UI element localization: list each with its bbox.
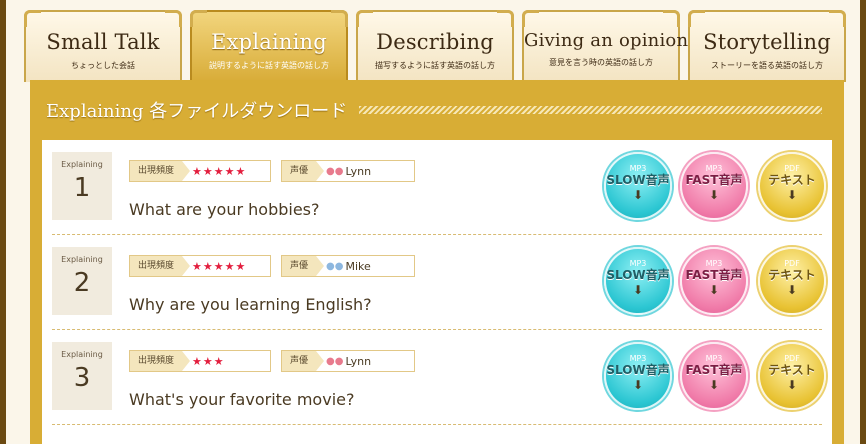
pdf-text-download-button[interactable]: PDF テキスト ⬇ (758, 247, 826, 315)
voice-tag: 声優 ●● Lynn (281, 160, 415, 182)
frequency-label: 出現頻度 (130, 161, 191, 181)
button-format: MP3 (705, 164, 723, 173)
item-number-box: Explaining 2 (52, 247, 112, 315)
item-number: 3 (73, 363, 91, 393)
button-label: テキスト (768, 363, 816, 377)
frequency-tag: 出現頻度 ★★★ (129, 350, 271, 372)
pdf-text-download-button[interactable]: PDF テキスト ⬇ (758, 342, 826, 410)
voice-actor-name: Mike (345, 259, 371, 273)
person-icon: ●● (326, 355, 344, 367)
download-section: Explaining 各ファイルダウンロード Explaining 1 出現頻度… (30, 80, 844, 444)
button-label: SLOW音声 (606, 363, 670, 377)
item-number-box: Explaining 3 (52, 342, 112, 410)
download-icon: ⬇ (786, 378, 798, 392)
list-item: Explaining 1 出現頻度 ★★★★★ 声優 ●● Lynn What … (52, 140, 826, 235)
button-format: PDF (784, 354, 800, 363)
download-icon: ⬇ (632, 283, 644, 297)
button-label: FAST音声 (685, 268, 743, 282)
button-label: テキスト (768, 268, 816, 282)
download-list: Explaining 1 出現頻度 ★★★★★ 声優 ●● Lynn What … (42, 140, 832, 444)
tab-subtitle: 意見を言う時の英語の話し方 (549, 58, 653, 67)
pdf-text-download-button[interactable]: PDF テキスト ⬇ (758, 152, 826, 220)
voice-label: 声優 (282, 351, 325, 371)
frequency-stars: ★★★ (192, 354, 225, 368)
frequency-tag: 出現頻度 ★★★★★ (129, 255, 271, 277)
download-icon: ⬇ (786, 188, 798, 202)
frequency-stars: ★★★★★ (192, 164, 247, 178)
voice-actor-name: Lynn (345, 354, 372, 368)
download-icon: ⬇ (708, 378, 720, 392)
item-category-label: Explaining (61, 350, 103, 359)
voice-actor-name: Lynn (345, 164, 372, 178)
button-format: PDF (784, 164, 800, 173)
voice-tag: 声優 ●● Lynn (281, 350, 415, 372)
category-tabs: Small Talk ちょっとした会話 Explaining 説明するように話す… (24, 10, 848, 82)
frequency-stars: ★★★★★ (192, 259, 247, 273)
mp3-fast-download-button[interactable]: MP3 FAST音声 ⬇ (680, 152, 748, 220)
voice-tag: 声優 ●● Mike (281, 255, 415, 277)
button-label: SLOW音声 (606, 268, 670, 282)
person-icon: ●● (326, 260, 344, 272)
download-icon: ⬇ (632, 188, 644, 202)
button-format: PDF (784, 259, 800, 268)
item-category-label: Explaining (61, 160, 103, 169)
frequency-label: 出現頻度 (130, 256, 191, 276)
tab-subtitle: ちょっとした会話 (71, 61, 135, 70)
button-label: FAST音声 (685, 173, 743, 187)
question-text: What's your favorite movie? (129, 390, 355, 409)
button-label: テキスト (768, 173, 816, 187)
download-icon: ⬇ (786, 283, 798, 297)
frequency-label: 出現頻度 (130, 351, 191, 371)
tab-explaining[interactable]: Explaining 説明するように話す英語の話し方 (190, 10, 348, 82)
section-divider (359, 106, 822, 114)
item-category-label: Explaining (61, 255, 103, 264)
tab-giving-an-opinion[interactable]: Giving an opinion 意見を言う時の英語の話し方 (522, 10, 689, 82)
tab-title: Small Talk (46, 30, 160, 54)
tab-describing[interactable]: Describing 描写するように話す英語の話し方 (356, 10, 514, 82)
list-item: Explaining 2 出現頻度 ★★★★★ 声優 ●● Mike Why a… (52, 235, 826, 330)
item-number: 2 (73, 268, 91, 298)
tab-title: Storytelling (703, 30, 831, 54)
tab-subtitle: ストーリーを語る英語の話し方 (711, 61, 823, 70)
mp3-slow-download-button[interactable]: MP3 SLOW音声 ⬇ (604, 247, 672, 315)
tab-title: Explaining (211, 30, 327, 54)
tab-storytelling[interactable]: Storytelling ストーリーを語る英語の話し方 (688, 10, 846, 82)
section-title: Explaining 各ファイルダウンロード (46, 101, 348, 122)
button-format: MP3 (629, 354, 647, 363)
mp3-slow-download-button[interactable]: MP3 SLOW音声 ⬇ (604, 152, 672, 220)
button-label: SLOW音声 (606, 173, 670, 187)
download-icon: ⬇ (708, 283, 720, 297)
tab-title: Describing (376, 30, 494, 54)
item-number: 1 (73, 173, 91, 203)
person-icon: ●● (326, 165, 344, 177)
item-number-box: Explaining 1 (52, 152, 112, 220)
question-text: What are your hobbies? (129, 200, 320, 219)
question-text: Why are you learning English? (129, 295, 372, 314)
button-format: MP3 (629, 259, 647, 268)
voice-label: 声優 (282, 256, 325, 276)
voice-label: 声優 (282, 161, 325, 181)
download-icon: ⬇ (632, 378, 644, 392)
section-header: Explaining 各ファイルダウンロード (42, 80, 832, 140)
list-item: Explaining 3 出現頻度 ★★★ 声優 ●● Lynn What's … (52, 330, 826, 425)
tab-subtitle: 描写するように話す英語の話し方 (375, 61, 495, 70)
tab-small-talk[interactable]: Small Talk ちょっとした会話 (24, 10, 182, 82)
frequency-tag: 出現頻度 ★★★★★ (129, 160, 271, 182)
download-icon: ⬇ (708, 188, 720, 202)
button-format: MP3 (705, 354, 723, 363)
mp3-slow-download-button[interactable]: MP3 SLOW音声 ⬇ (604, 342, 672, 410)
button-format: MP3 (629, 164, 647, 173)
button-label: FAST音声 (685, 363, 743, 377)
button-format: MP3 (705, 259, 723, 268)
tab-title: Giving an opinion (524, 30, 689, 51)
mp3-fast-download-button[interactable]: MP3 FAST音声 ⬇ (680, 247, 748, 315)
page-frame: Small Talk ちょっとした会話 Explaining 説明するように話す… (6, 0, 860, 444)
mp3-fast-download-button[interactable]: MP3 FAST音声 ⬇ (680, 342, 748, 410)
tab-subtitle: 説明するように話す英語の話し方 (209, 61, 329, 70)
